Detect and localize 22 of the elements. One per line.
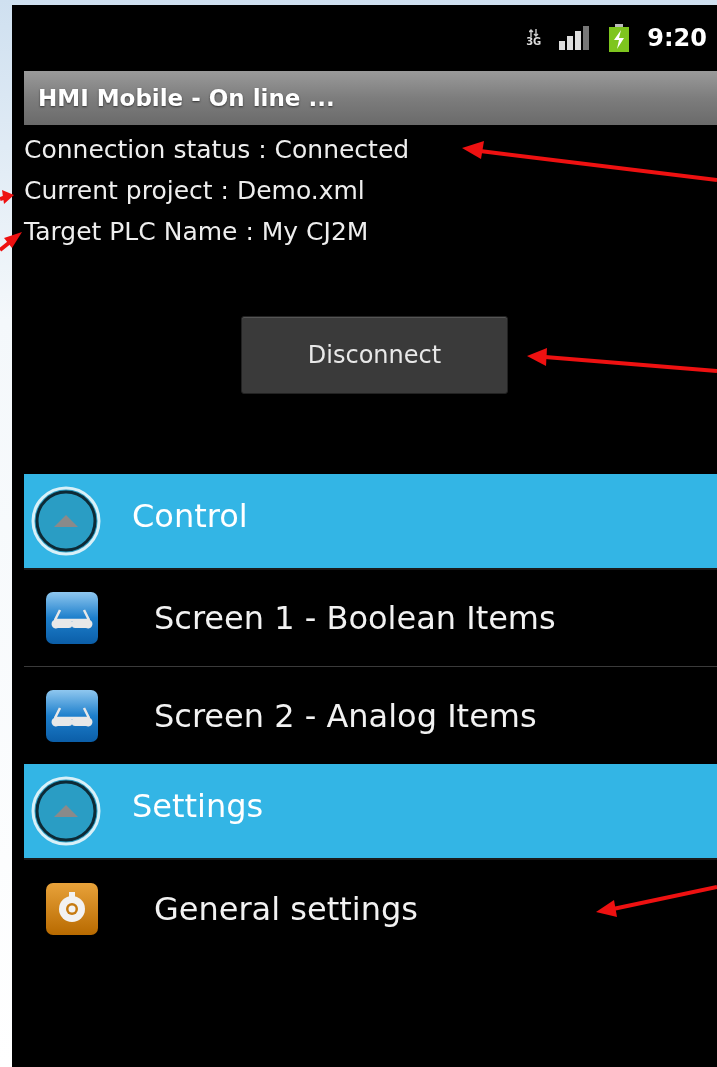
disconnect-button[interactable]: Disconnect — [241, 316, 508, 394]
signal-icon — [559, 26, 592, 50]
collapse-icon[interactable] — [30, 775, 102, 847]
info-text: Connection status : Connected — [24, 134, 410, 166]
gear-icon — [46, 882, 98, 935]
item-label: Screen 1 - Boolean Items — [154, 599, 556, 637]
list-item[interactable]: Screen 2 - Analog Items — [24, 667, 717, 764]
annotation-arrow — [0, 232, 22, 252]
collapse-icon[interactable] — [30, 485, 102, 557]
list-item[interactable]: General settings — [24, 860, 717, 957]
glasses-icon — [46, 689, 98, 742]
info-text: Current project : Demo.xml — [24, 175, 365, 207]
group-title: Settings — [132, 787, 264, 825]
item-label: Screen 2 - Analog Items — [154, 696, 537, 735]
battery-charging-icon — [609, 24, 630, 52]
annotation-arrow — [0, 190, 14, 204]
app-title: HMI Mobile - On line ... — [38, 85, 335, 111]
group-title: Control — [132, 497, 248, 535]
info-text: Target PLC Name : My CJ2M — [24, 216, 369, 248]
item-label: General settings — [154, 889, 418, 928]
clock-time: 9:20 — [647, 24, 707, 52]
glasses-icon — [46, 592, 98, 644]
